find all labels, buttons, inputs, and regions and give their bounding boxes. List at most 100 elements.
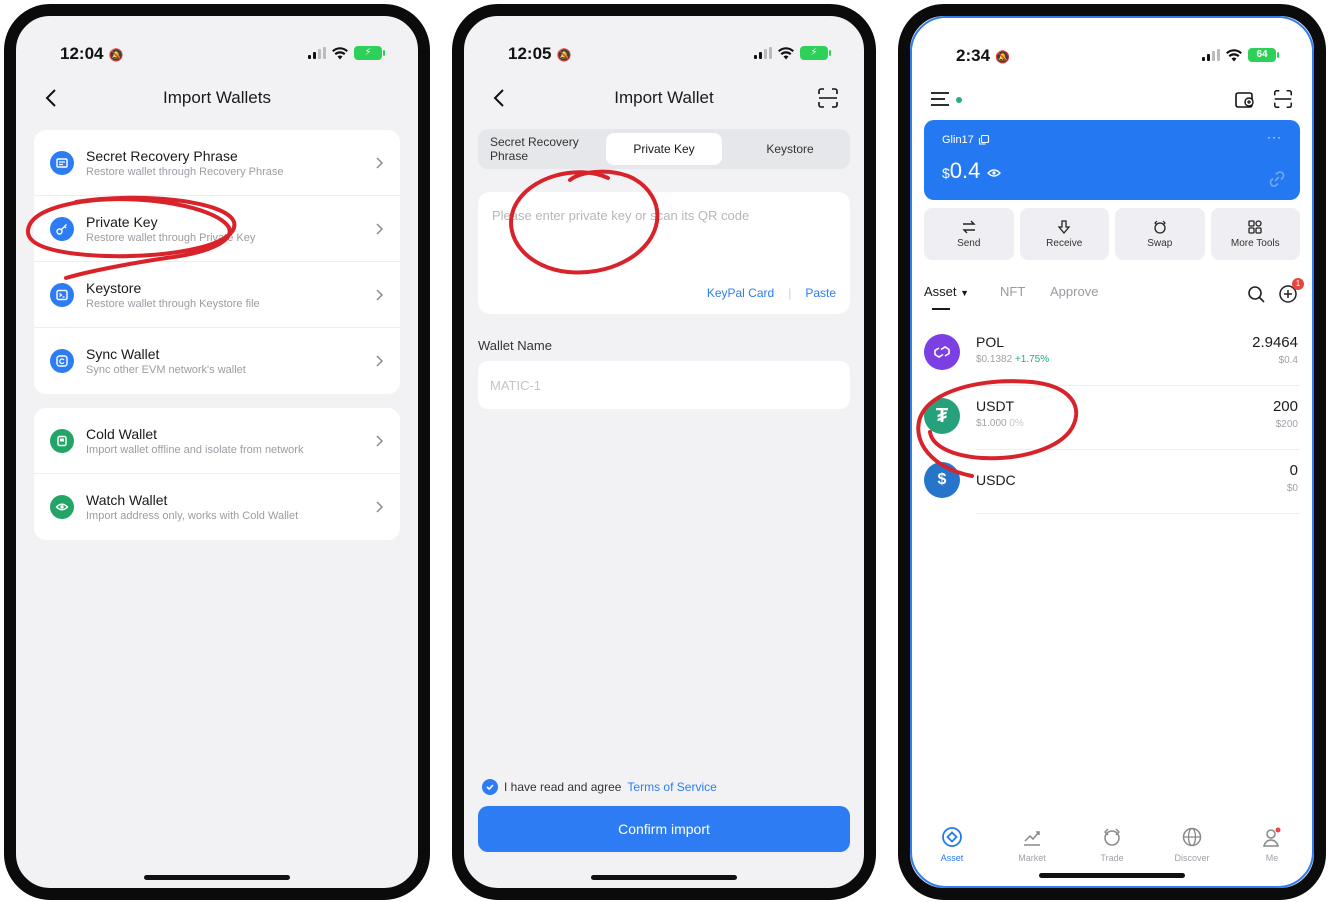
caret-down-icon: ▼	[960, 288, 970, 298]
more-tools-button[interactable]: More Tools	[1210, 208, 1300, 260]
asset-fiat-value: $0	[1286, 483, 1298, 494]
option-subtitle: Restore wallet through Private Key	[86, 232, 256, 244]
page-title: Import Wallets	[162, 88, 271, 107]
battery-icon: ⚡	[800, 46, 831, 60]
balance-amount: 0.4	[949, 158, 981, 183]
eye-icon[interactable]	[986, 168, 1001, 178]
option-private-key[interactable]: Private Key Restore wallet through Priva…	[34, 196, 400, 262]
copy-icon[interactable]	[978, 134, 990, 146]
confirm-import-button[interactable]: Confirm import	[478, 806, 850, 852]
send-button[interactable]: Send	[924, 208, 1014, 260]
option-sync-wallet[interactable]: Sync Wallet Sync other EVM network's wal…	[34, 328, 400, 394]
receive-button[interactable]: Receive	[1019, 208, 1109, 260]
option-title: Cold Wallet	[86, 426, 158, 442]
asset-amount: 200	[1272, 398, 1298, 415]
cold-options-card: Cold Wallet Import wallet offline and is…	[34, 408, 400, 540]
tabbar-asset[interactable]: Asset	[912, 826, 992, 876]
chevron-right-icon	[376, 223, 384, 235]
screen: 12:05 🔕 ⚡ Import Wallet Secret Recovery …	[464, 16, 864, 888]
wallet-name-field[interactable]	[478, 361, 850, 409]
profile-icon	[1263, 827, 1281, 847]
grid-icon	[1248, 220, 1262, 234]
asset-price: $0.1382	[976, 354, 1013, 365]
mute-bell-icon: 🔕	[553, 48, 572, 62]
scan-qr-icon[interactable]	[816, 86, 840, 110]
cold-wallet-icon	[50, 429, 74, 453]
wallet-add-icon[interactable]	[1234, 88, 1256, 110]
balance-currency: $	[942, 165, 950, 181]
import-method-tabs: Secret Recovery Phrase Private Key Keyst…	[478, 129, 850, 169]
document-icon	[50, 151, 74, 175]
agree-text: I have read and agree	[504, 780, 622, 794]
import-options-card: Secret Recovery Phrase Restore wallet th…	[34, 130, 400, 394]
row-divider	[976, 513, 1300, 514]
balance-card[interactable]: Glin17 ··· $0.4	[924, 120, 1300, 200]
status-icons: 64	[1202, 48, 1279, 62]
status-time: 12:04	[60, 44, 104, 63]
search-icon[interactable]	[1246, 284, 1266, 304]
option-title: Sync Wallet	[86, 346, 160, 362]
link-icon	[1269, 171, 1285, 187]
nav-bar: Import Wallet	[464, 82, 864, 118]
asset-fiat-value: $0.4	[1278, 355, 1298, 366]
screen: 12:04 🔕 ⚡ Import Wallets Secret Recovery…	[16, 16, 418, 888]
home-indicator	[144, 875, 290, 880]
option-keystore[interactable]: Keystore Restore wallet through Keystore…	[34, 262, 400, 328]
tab-keystore[interactable]: Keystore	[728, 133, 852, 165]
tabbar-me[interactable]: Me	[1232, 826, 1312, 876]
tab-asset[interactable]: Asset ▼	[924, 284, 969, 299]
chevron-right-icon	[376, 501, 384, 513]
bottom-tab-bar: Asset Market Trade Discover Me	[912, 826, 1312, 876]
keypal-card-link[interactable]: KeyPal Card	[707, 286, 774, 300]
tab-secret-recovery-phrase[interactable]: Secret Recovery Phrase	[484, 133, 602, 165]
swap-button[interactable]: Swap	[1115, 208, 1205, 260]
asset-symbol: USDC	[976, 472, 1016, 488]
asset-change: 0%	[1009, 418, 1024, 429]
action-label: More Tools	[1230, 238, 1280, 249]
phone-import-wallets: 12:04 🔕 ⚡ Import Wallets Secret Recovery…	[4, 4, 430, 900]
tab-nft[interactable]: NFT	[1000, 284, 1025, 299]
option-cold-wallet[interactable]: Cold Wallet Import wallet offline and is…	[34, 408, 400, 474]
receive-arrow-icon	[1057, 220, 1071, 235]
scan-qr-icon[interactable]	[1272, 88, 1294, 110]
eye-icon	[50, 495, 74, 519]
tab-private-key[interactable]: Private Key	[606, 133, 722, 165]
asset-price: $1.000	[976, 418, 1007, 429]
option-watch-wallet[interactable]: Watch Wallet Import address only, works …	[34, 474, 400, 540]
option-title: Private Key	[86, 214, 158, 230]
option-title: Secret Recovery Phrase	[86, 148, 238, 164]
asset-tabs: Asset ▼ NFT Approve 1	[924, 278, 1304, 310]
option-subtitle: Restore wallet through Keystore file	[86, 298, 260, 310]
tabbar-trade[interactable]: Trade	[1072, 826, 1152, 876]
wallet-name: Glin17	[942, 134, 974, 146]
terms-of-service-link[interactable]: Terms of Service	[627, 780, 716, 794]
wallet-header	[912, 86, 1312, 116]
tabbar-discover[interactable]: Discover	[1152, 826, 1232, 876]
home-indicator	[591, 875, 737, 880]
asset-row-usdc[interactable]: $ USDC 0 $0	[924, 450, 1300, 514]
status-time: 2:34	[956, 46, 991, 65]
tab-approve[interactable]: Approve	[1050, 284, 1098, 299]
mute-bell-icon: 🔕	[105, 48, 124, 62]
connection-status-dot	[956, 97, 962, 103]
asset-row-pol[interactable]: POL $0.1382 +1.75% 2.9464 $0.4	[924, 322, 1300, 386]
checkbox-checked-icon[interactable]	[482, 779, 498, 795]
asset-fiat-value: $200	[1275, 419, 1298, 430]
option-secret-recovery-phrase[interactable]: Secret Recovery Phrase Restore wallet th…	[34, 130, 400, 196]
asset-amount: 2.9464	[1252, 334, 1298, 351]
phone-wallet-home: 2:34 🔕 64 Glin17 ··· $0.4 Send Receive S…	[898, 4, 1326, 900]
private-key-input[interactable]: Please enter private key or scan its QR …	[478, 192, 850, 314]
chevron-right-icon	[376, 355, 384, 367]
action-label: Swap	[1147, 238, 1173, 249]
sync-icon	[50, 349, 74, 373]
tabbar-market[interactable]: Market	[992, 826, 1072, 876]
asset-tab-icon	[942, 827, 962, 847]
paste-link[interactable]: Paste	[805, 286, 836, 300]
more-options-icon[interactable]: ···	[1267, 130, 1282, 144]
notification-badge: 1	[1292, 278, 1304, 290]
menu-icon[interactable]	[930, 90, 950, 108]
asset-row-usdt[interactable]: ₮ USDT $1.000 0% 200 $200	[924, 386, 1300, 450]
tabbar-label: Discover	[1174, 853, 1210, 863]
mute-bell-icon: 🔕	[992, 50, 1011, 64]
chevron-right-icon	[376, 435, 384, 447]
